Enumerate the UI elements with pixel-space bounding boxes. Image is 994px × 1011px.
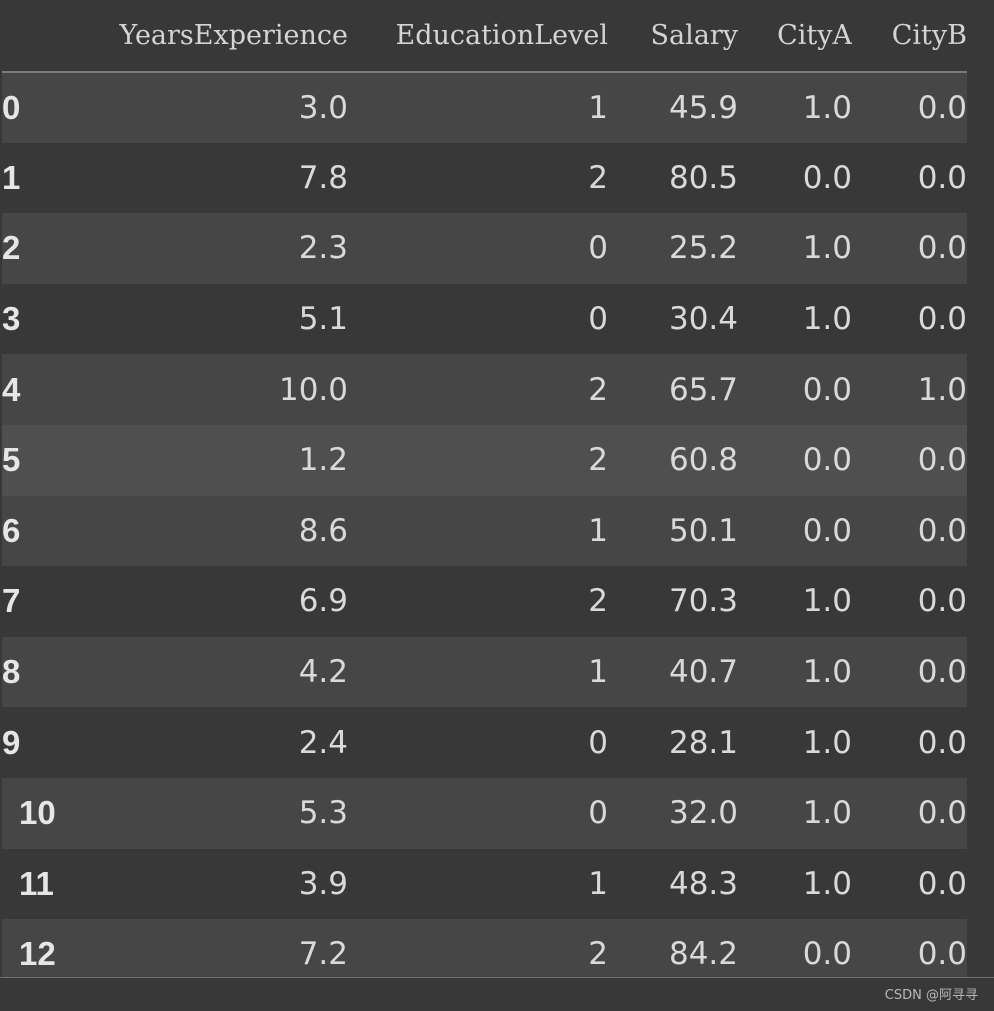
row-index: 3 [2,300,21,338]
column-header-educationlevel: EducationLevel [395,20,608,51]
row-index: 7 [2,582,21,620]
table-cell: 2.3 [298,230,348,267]
table-cell: 1 [588,654,608,691]
row-index: 5 [2,441,21,479]
table-cell: 80.5 [668,159,738,196]
row-index: 11 [19,864,54,902]
table-cell: 0.0 [802,371,852,408]
table-cell: 1.0 [802,654,852,691]
table-row: 6 8.6 1 50.1 0.0 0.0 [2,495,967,567]
row-index: 2 [2,229,21,267]
row-index: 6 [2,511,21,549]
table-cell: 28.1 [668,724,738,761]
table-row: 4 10.0 2 65.7 0.0 1.0 [2,354,967,425]
table-cell: 5.1 [298,301,348,338]
table-cell: 25.2 [668,230,738,267]
table-cell: 1.0 [802,230,852,267]
table-row: 8 4.2 1 40.7 1.0 0.0 [2,636,967,708]
table-row: 5 1.2 2 60.8 0.0 0.0 [2,424,967,496]
table-body: 0 3.0 1 45.9 1.0 0.0 1 7.8 2 80.5 0.0 0.0 2 2.3 0 25.2 1… [2,72,967,990]
table-cell: 2 [588,583,608,620]
table-cell: 30.4 [668,301,738,338]
table-cell: 2.4 [298,724,348,761]
table-cell: 10.0 [278,371,348,408]
table-cell: 0.0 [917,654,967,691]
column-header-citya: CityA [777,20,852,51]
row-index: 1 [2,158,21,196]
index-header [2,0,80,72]
table-cell: 48.3 [668,865,738,902]
table-cell: 0.0 [917,795,967,832]
table-row: 9 2.4 0 28.1 1.0 0.0 [2,707,967,778]
table-cell: 1.0 [917,371,967,408]
header-row: YearsExperience EducationLevel Salary Ci… [2,0,967,72]
table-cell: 0 [588,795,608,832]
table-row: 1 7.8 2 80.5 0.0 0.0 [2,142,967,214]
table-row: 11 3.9 1 48.3 1.0 0.0 [2,848,967,920]
table-cell: 0.0 [917,512,967,549]
table-row: 7 6.9 2 70.3 1.0 0.0 [2,566,967,637]
watermark-text: CSDN @阿寻寻 [884,988,978,1003]
dataframe-output: YearsExperience EducationLevel Salary Ci… [0,0,994,1011]
table-cell: 7.8 [298,159,348,196]
column-header-cityb: CityB [891,20,967,51]
table-cell: 0 [588,230,608,267]
table-cell: 0.0 [917,159,967,196]
table-cell: 8.6 [298,512,348,549]
table-cell: 0.0 [917,230,967,267]
table-cell: 0.0 [917,865,967,902]
table-cell: 2 [588,159,608,196]
table-cell: 2 [588,371,608,408]
table-cell: 45.9 [668,89,738,126]
table-cell: 6.9 [298,583,348,620]
table-cell: 0.0 [917,442,967,479]
table-cell: 4.2 [298,654,348,691]
table-cell: 0.0 [917,724,967,761]
table-header: YearsExperience EducationLevel Salary Ci… [2,0,967,72]
dataframe-table: YearsExperience EducationLevel Salary Ci… [2,0,967,990]
table-cell: 0.0 [917,89,967,126]
table-cell: 1.0 [802,301,852,338]
table-cell: 0 [588,301,608,338]
table-cell: 1.0 [802,795,852,832]
table-cell: 0.0 [802,159,852,196]
table-cell: 50.1 [668,512,738,549]
table-cell: 1 [588,89,608,126]
table-cell: 40.7 [668,654,738,691]
output-scroll-area[interactable]: CSDN @阿寻寻 [0,977,994,1011]
table-cell: 0.0 [802,512,852,549]
table-cell: 32.0 [668,795,738,832]
table-cell: 5.3 [298,795,348,832]
row-index: 8 [2,653,21,691]
table-cell: 1.0 [802,724,852,761]
table-cell: 3.9 [298,865,348,902]
table-cell: 1 [588,865,608,902]
table-cell: 1.0 [802,583,852,620]
row-index: 9 [2,723,21,761]
table-cell: 65.7 [668,371,738,408]
table-cell: 0 [588,724,608,761]
table-row: 0 3.0 1 45.9 1.0 0.0 [2,72,967,143]
table-row: 3 5.1 0 30.4 1.0 0.0 [2,283,967,355]
column-header-yearsexperience: YearsExperience [119,20,348,51]
row-index: 0 [2,88,21,126]
table-cell: 0.0 [917,301,967,338]
table-cell: 2 [588,442,608,479]
table-cell: 3.0 [298,89,348,126]
table-cell: 1.0 [802,865,852,902]
row-index: 10 [19,794,56,832]
table-cell: 70.3 [668,583,738,620]
table-cell: 0.0 [802,442,852,479]
table-row: 10 5.3 0 32.0 1.0 0.0 [2,777,967,849]
row-index: 4 [2,370,21,408]
table-cell: 60.8 [668,442,738,479]
column-header-salary: Salary [650,20,739,51]
table-row: 2 2.3 0 25.2 1.0 0.0 [2,213,967,284]
table-cell: 0.0 [917,583,967,620]
table-cell: 1.0 [802,89,852,126]
table-cell: 1 [588,512,608,549]
table-cell: 1.2 [298,442,348,479]
